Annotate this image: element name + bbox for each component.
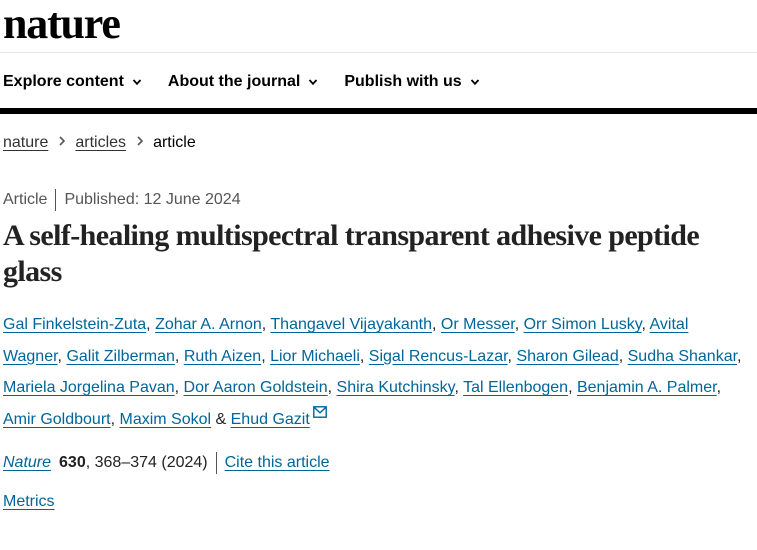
volume-number: 630 [59, 454, 86, 471]
nav-label: Publish with us [344, 73, 462, 90]
meta-divider [55, 189, 57, 211]
author-link[interactable]: Or Messer [441, 316, 515, 333]
header-bar [0, 108, 757, 114]
author-link[interactable]: Benjamin A. Palmer [577, 379, 717, 396]
breadcrumb: nature articles article [3, 134, 196, 152]
cite-divider [215, 452, 217, 474]
breadcrumb-articles[interactable]: articles [75, 134, 126, 152]
nav-about-journal[interactable]: About the journal [168, 68, 318, 96]
author-link[interactable]: Sigal Rencus-Lazar [369, 348, 508, 365]
citation-line: Nature 630 , 368–374 (2024) Cite this ar… [3, 452, 330, 474]
author-link[interactable]: Tal Ellenbogen [463, 379, 568, 396]
nav-label: About the journal [167, 73, 301, 90]
article-meta: Article Published: 12 June 2024 [3, 189, 241, 211]
chevron-down-icon [470, 79, 479, 86]
chevron-down-icon [132, 79, 142, 86]
author-link[interactable]: Mariela Jorgelina Pavan [3, 379, 175, 396]
author-link[interactable]: Ehud Gazit [231, 411, 310, 428]
mail-icon[interactable] [312, 405, 327, 418]
author-link[interactable]: Maxim Sokol [119, 411, 211, 428]
nav-publish-with-us[interactable]: Publish with us [344, 68, 479, 96]
author-link[interactable]: Galit Zilberman [66, 348, 174, 365]
author-link[interactable]: Dor Aaron Goldstein [184, 379, 328, 396]
nav-label: Explore content [3, 73, 124, 90]
metrics-link[interactable]: Metrics [3, 493, 55, 511]
author-link[interactable]: Amir Goldbourt [3, 411, 111, 428]
main-nav: Explore content About the journal Publis… [3, 68, 480, 96]
nav-explore-content[interactable]: Explore content [3, 68, 142, 96]
chevron-down-icon [309, 79, 318, 86]
author-list: Gal Finkelstein-Zuta, Zohar A. Arnon, Th… [3, 316, 742, 428]
journal-link[interactable]: Nature [3, 454, 51, 472]
author-link[interactable]: Sudha Shankar [628, 348, 737, 365]
pages-year: , 368–374 (2024) [85, 454, 208, 471]
author-link[interactable]: Zohar A. Arnon [155, 316, 262, 333]
author-link[interactable]: Lior Michaeli [270, 348, 360, 365]
author-link[interactable]: Sharon Gilead [516, 348, 618, 365]
breadcrumb-nature[interactable]: nature [3, 134, 48, 152]
header-divider [0, 52, 757, 53]
author-link[interactable]: Ruth Aizen [184, 348, 261, 365]
author-link[interactable]: Gal Finkelstein-Zuta [3, 316, 146, 333]
breadcrumb-current: article [153, 134, 196, 151]
author-link[interactable]: Orr Simon Lusky [524, 316, 642, 333]
published-date: Published: 12 June 2024 [64, 191, 241, 208]
author-link[interactable]: Thangavel Vijayakanth [270, 316, 432, 333]
nature-logo[interactable]: nature [3, 0, 121, 48]
author-link[interactable]: Shira Kutchinsky [337, 379, 455, 396]
article-title: A self-healing multispectral transparent… [3, 219, 700, 288]
chevron-right-icon [126, 134, 153, 152]
article-type: Article [3, 191, 48, 208]
cite-this-article-link[interactable]: Cite this article [225, 454, 330, 472]
chevron-right-icon [48, 134, 75, 152]
